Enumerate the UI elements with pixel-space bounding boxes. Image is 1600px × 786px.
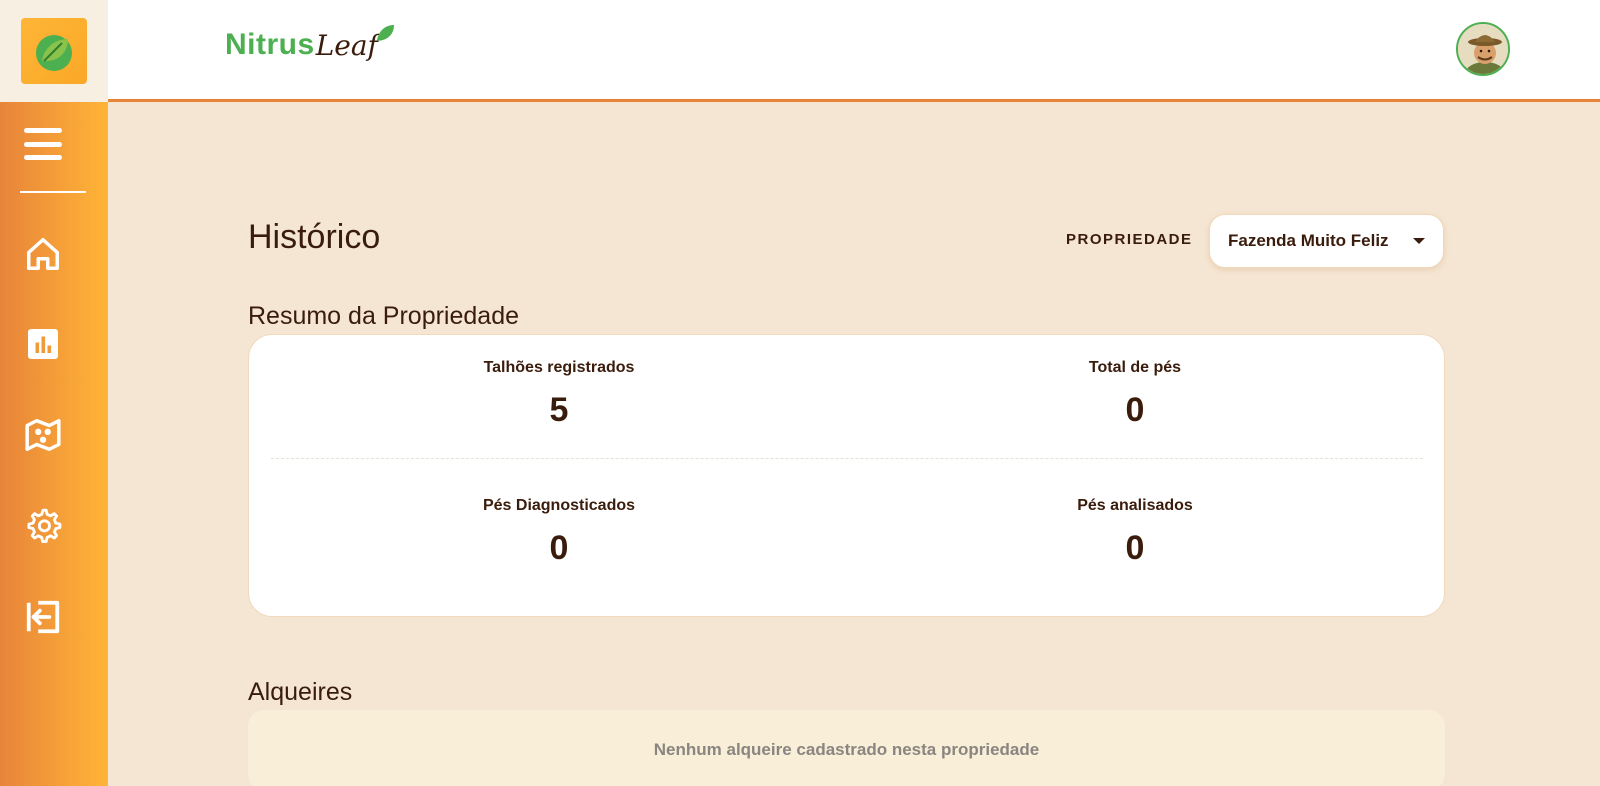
- leaf-logo-icon: [36, 35, 72, 71]
- stat-label: Pés Diagnosticados: [482, 497, 636, 514]
- sidebar-item-logout[interactable]: [22, 596, 64, 638]
- sidebar-item-map[interactable]: [22, 414, 64, 456]
- stat-pes-analisados: Pés analisados 0: [975, 497, 1295, 568]
- alqueires-empty-state: Nenhum alqueire cadastrado nesta proprie…: [248, 710, 1445, 786]
- empty-message: Nenhum alqueire cadastrado nesta proprie…: [653, 740, 1040, 759]
- stat-pes-diagnosticados: Pés Diagnosticados 0: [399, 497, 719, 568]
- menu-line: [24, 141, 62, 147]
- property-label: PROPRIEDADE: [1066, 231, 1193, 248]
- stat-talhoes: Talhões registrados 5: [399, 359, 719, 430]
- stat-label: Total de pés: [1088, 359, 1182, 376]
- bar-chart-icon: [28, 329, 58, 359]
- user-avatar[interactable]: [1456, 22, 1510, 76]
- brand-leaf-icon: [376, 25, 394, 41]
- brand-name-part1: Nitrus: [225, 28, 315, 61]
- hamburger-menu-button[interactable]: [20, 124, 66, 164]
- sidebar-item-dashboard[interactable]: [22, 323, 64, 365]
- menu-line: [24, 155, 62, 160]
- stat-label: Pés analisados: [1077, 497, 1193, 514]
- menu-line: [24, 128, 62, 133]
- top-header: Nitrus Leaf: [108, 0, 1600, 102]
- map-icon: [25, 419, 61, 451]
- sidebar-item-settings[interactable]: [22, 505, 64, 547]
- sidebar: [0, 0, 108, 786]
- app-logo[interactable]: [21, 18, 87, 84]
- brand-logo[interactable]: Nitrus Leaf: [225, 22, 396, 62]
- alqueires-section-title: Alqueires: [248, 678, 353, 706]
- page-title: Histórico: [248, 218, 381, 256]
- stat-value: 0: [1125, 529, 1145, 567]
- sidebar-item-home[interactable]: [22, 233, 64, 275]
- gear-icon: [27, 508, 62, 543]
- summary-section-title: Resumo da Propriedade: [248, 302, 519, 330]
- stat-label: Talhões registrados: [483, 359, 635, 376]
- stat-value: 5: [549, 391, 569, 429]
- app-logo-container: [0, 0, 108, 102]
- summary-card: Talhões registrados 5 Total de pés 0 Pés…: [248, 334, 1445, 617]
- stat-value: 0: [1125, 391, 1145, 429]
- stat-total-pes: Total de pés 0: [975, 359, 1295, 430]
- property-select[interactable]: Fazenda Muito Feliz: [1209, 214, 1444, 268]
- farmer-avatar-icon: [1458, 24, 1508, 74]
- sidebar-divider: [20, 191, 86, 193]
- logout-icon: [26, 600, 60, 634]
- home-icon: [27, 238, 59, 270]
- brand-name-part2: Leaf: [315, 29, 378, 62]
- stat-value: 0: [549, 529, 569, 567]
- card-divider: [271, 458, 1423, 459]
- chevron-down-icon: [1413, 238, 1425, 244]
- property-selected-value: Fazenda Muito Feliz: [1228, 231, 1389, 250]
